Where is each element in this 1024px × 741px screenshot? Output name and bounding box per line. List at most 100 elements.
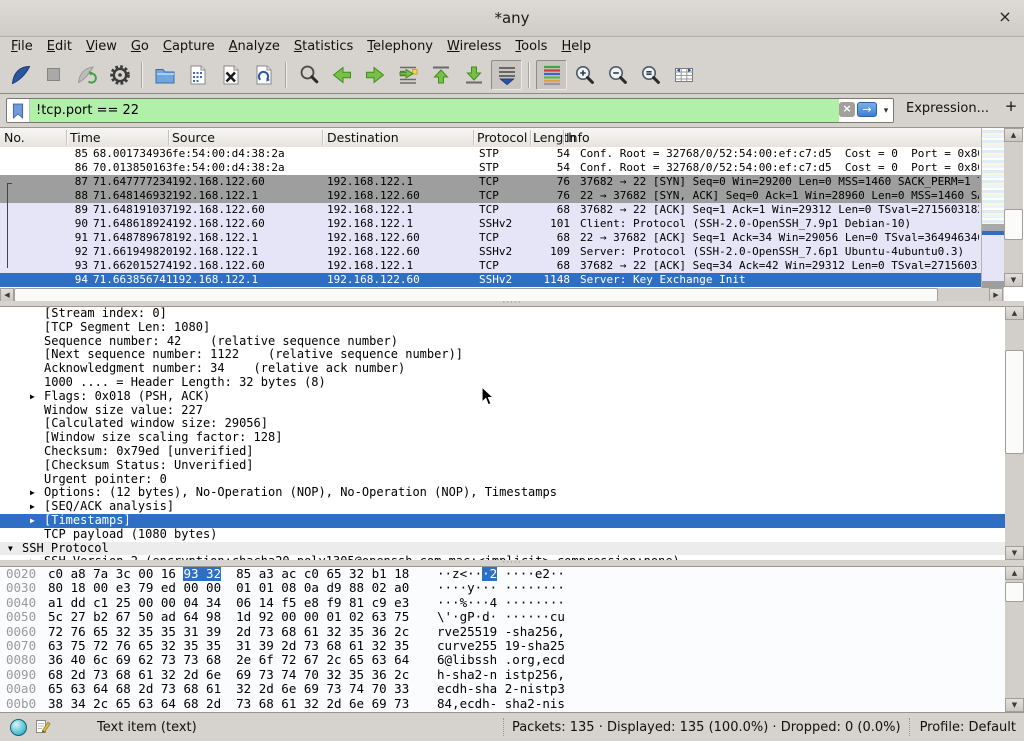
packet-row[interactable]: 8670.013850163fe:54:00:d4:38:2aSTP54Conf… (0, 161, 981, 175)
status-profile[interactable]: Profile: Default (920, 720, 1016, 735)
expand-icon[interactable]: ▶ (30, 486, 35, 500)
packet-row[interactable]: 9071.648618924192.168.122.60192.168.122.… (0, 217, 981, 231)
go-to-packet-icon[interactable] (392, 60, 423, 90)
col-no[interactable]: No. (4, 130, 25, 145)
detail-line[interactable]: ▶Flags: 0x018 (PSH, ACK) (0, 390, 1005, 404)
menu-item-help[interactable]: Help (554, 37, 598, 56)
close-icon[interactable]: × (996, 7, 1014, 27)
col-destination[interactable]: Destination (327, 130, 399, 145)
menu-item-go[interactable]: Go (124, 37, 156, 56)
filter-clear-icon[interactable]: × (839, 102, 855, 117)
filter-dropdown-icon[interactable]: ▾ (879, 99, 893, 122)
menu-item-capture[interactable]: Capture (156, 37, 222, 56)
start-capture-icon[interactable] (5, 60, 36, 90)
menu-item-wireless[interactable]: Wireless (440, 37, 508, 56)
menu-item-view[interactable]: View (79, 37, 124, 56)
reload-file-icon[interactable] (248, 60, 279, 90)
details-scroll-up-icon[interactable]: ▲ (1005, 306, 1024, 320)
packet-row[interactable]: 9271.661949820192.168.122.1192.168.122.6… (0, 245, 981, 259)
hex-row[interactable]: 003080 18 00 e3 79 ed 00 00 01 01 08 0a … (0, 581, 1005, 595)
col-source[interactable]: Source (172, 130, 215, 145)
detail-line[interactable]: TCP payload (1080 bytes) (0, 528, 1005, 542)
resize-columns-icon[interactable] (668, 60, 699, 90)
packet-list-scroll-down-icon[interactable]: ▼ (1004, 273, 1023, 287)
hex-row[interactable]: 009068 2d 73 68 61 32 2d 6e 69 73 74 70 … (0, 668, 1005, 682)
menu-item-analyze[interactable]: Analyze (222, 37, 287, 56)
detail-line[interactable]: [TCP Segment Len: 1080] (0, 321, 1005, 335)
bytes-scroll-down-icon[interactable]: ▼ (1005, 698, 1024, 712)
expand-icon[interactable]: ▶ (30, 500, 35, 514)
menu-item-tools[interactable]: Tools (508, 37, 554, 56)
packet-list-scroll-left-icon[interactable]: ◀ (0, 288, 14, 302)
col-time[interactable]: Time (70, 130, 101, 145)
detail-line[interactable]: [Next sequence number: 1122 (relative se… (0, 348, 1005, 362)
filter-bookmark-icon[interactable] (7, 99, 30, 122)
stop-capture-icon[interactable] (38, 60, 69, 90)
hex-row[interactable]: 006072 76 65 32 35 35 31 39 2d 73 68 61 … (0, 625, 1005, 639)
titlebar[interactable]: *any × (0, 0, 1024, 37)
expert-info-icon[interactable] (10, 719, 27, 736)
details-scroll-down-icon[interactable]: ▼ (1005, 546, 1024, 560)
open-file-icon[interactable] (149, 60, 180, 90)
detail-line[interactable]: Sequence number: 42 (relative sequence n… (0, 335, 1005, 349)
hex-row[interactable]: 00a065 63 64 68 2d 73 68 61 32 2d 6e 69 … (0, 682, 1005, 696)
packet-list-hscroll-thumb[interactable] (14, 288, 938, 302)
find-packet-icon[interactable] (293, 60, 324, 90)
zoom-100-icon[interactable] (635, 60, 666, 90)
packet-list-vscroll-track[interactable] (1004, 128, 1023, 287)
expression-button[interactable]: Expression... (906, 101, 989, 116)
expand-icon[interactable]: ▶ (30, 514, 35, 528)
packet-list-vscroll-thumb[interactable] (1004, 209, 1023, 240)
menu-item-telephony[interactable]: Telephony (360, 37, 440, 56)
packet-row[interactable]: 8771.647777234192.168.122.60192.168.122.… (0, 175, 981, 189)
expand-icon[interactable]: ▶ (30, 390, 35, 404)
auto-scroll-icon[interactable] (491, 60, 522, 90)
hex-row[interactable]: 008036 40 6c 69 62 73 73 68 2e 6f 72 67 … (0, 653, 1005, 667)
detail-line[interactable]: ▶Options: (12 bytes), No-Operation (NOP)… (0, 486, 1005, 500)
detail-line[interactable]: ▼SSH Protocol (0, 542, 1005, 556)
colorize-icon[interactable] (536, 60, 567, 90)
go-last-packet-icon[interactable] (458, 60, 489, 90)
display-filter-field[interactable]: × → ▾ (6, 98, 894, 123)
packet-list-scroll-right-icon[interactable]: ▶ (989, 288, 1003, 302)
go-back-icon[interactable] (326, 60, 357, 90)
capture-comment-icon[interactable] (35, 719, 51, 735)
capture-options-icon[interactable] (104, 60, 135, 90)
hex-row[interactable]: 00b038 34 2c 65 63 64 68 2d 73 68 61 32 … (0, 697, 1005, 711)
detail-line[interactable]: Acknowledgment number: 34 (relative ack … (0, 362, 1005, 376)
detail-line[interactable]: Urgent pointer: 0 (0, 473, 1005, 487)
packet-row[interactable]: 8971.648191037192.168.122.60192.168.122.… (0, 203, 981, 217)
bytes-vscroll-thumb[interactable] (1005, 582, 1024, 602)
packet-list-header[interactable]: No. Time Source Destination Protocol Len… (0, 128, 1004, 148)
menu-item-edit[interactable]: Edit (40, 37, 79, 56)
col-info[interactable]: Info (566, 130, 590, 145)
hex-row[interactable]: 0040a1 dd c1 25 00 00 04 34 06 14 f5 e8 … (0, 596, 1005, 610)
zoom-in-icon[interactable] (569, 60, 600, 90)
menu-item-file[interactable]: File (4, 37, 40, 56)
packet-row[interactable]: 9471.663856741192.168.122.1192.168.122.6… (0, 273, 981, 287)
hex-row[interactable]: 007063 75 72 76 65 32 35 35 31 39 2d 73 … (0, 639, 1005, 653)
packet-list-scroll-up-icon[interactable]: ▲ (1004, 128, 1023, 142)
collapse-icon[interactable]: ▼ (8, 542, 13, 556)
hex-row[interactable]: 0020c0 a8 7a 3c 00 16 93 32 85 a3 ac c0 … (0, 567, 1005, 581)
restart-capture-icon[interactable] (71, 60, 102, 90)
display-filter-input[interactable] (30, 99, 839, 122)
detail-line[interactable]: 1000 .... = Header Length: 32 bytes (8) (0, 376, 1005, 390)
detail-line[interactable]: ▶[SEQ/ACK analysis] (0, 500, 1005, 514)
detail-line[interactable]: [Calculated window size: 29056] (0, 417, 1005, 431)
packet-row[interactable]: 8568.001734936fe:54:00:d4:38:2aSTP54Conf… (0, 147, 981, 161)
go-first-packet-icon[interactable] (425, 60, 456, 90)
detail-line[interactable]: [Stream index: 0] (0, 307, 1005, 321)
col-protocol[interactable]: Protocol (477, 130, 527, 145)
detail-line[interactable]: Window size value: 227 (0, 404, 1005, 418)
detail-line[interactable]: [Window size scaling factor: 128] (0, 431, 1005, 445)
go-forward-icon[interactable] (359, 60, 390, 90)
detail-line[interactable]: Checksum: 0x79ed [unverified] (0, 445, 1005, 459)
bytes-scroll-up-icon[interactable]: ▲ (1005, 566, 1024, 580)
packet-row[interactable]: 9171.648789678192.168.122.1192.168.122.6… (0, 231, 981, 245)
add-filter-button[interactable]: + (1002, 97, 1020, 119)
close-file-icon[interactable] (215, 60, 246, 90)
packet-list-minimap[interactable] (981, 128, 1004, 290)
details-vscroll-thumb[interactable] (1005, 350, 1024, 454)
detail-line[interactable]: ▶[Timestamps] (0, 514, 1005, 528)
